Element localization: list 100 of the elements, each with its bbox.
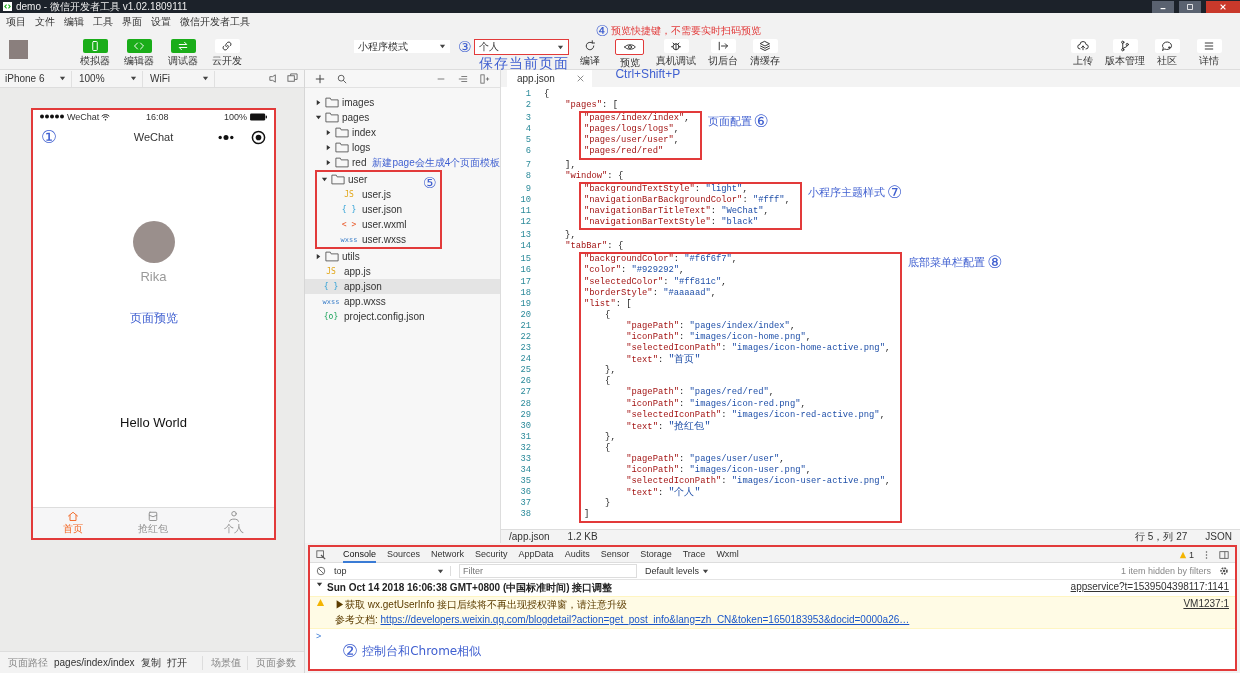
toolbar-button[interactable]: 清缓存	[750, 39, 781, 67]
caret-right-icon[interactable]	[315, 253, 322, 260]
toolbar-button[interactable]: 切后台	[708, 39, 739, 67]
menu-item[interactable]: 项目	[6, 14, 26, 29]
more-icon[interactable]	[217, 134, 235, 140]
devtools-tab[interactable]: AppData	[518, 546, 554, 563]
toolbar-button[interactable]: 上传	[1062, 39, 1104, 67]
toolbar-button[interactable]: 预览	[615, 39, 645, 69]
log-levels-dropdown[interactable]: Default levels	[645, 566, 710, 576]
caret-right-icon[interactable]	[325, 159, 332, 166]
target-icon[interactable]	[251, 129, 266, 145]
window-icon[interactable]	[287, 73, 298, 84]
caret-icon	[130, 75, 137, 82]
search-icon[interactable]	[337, 73, 347, 84]
mode-dropdown[interactable]: 小程序模式	[354, 40, 450, 53]
file-tree-item[interactable]: user	[317, 172, 372, 187]
line-number: 8	[525, 170, 531, 182]
filter-field[interactable]: Filter	[459, 564, 637, 578]
file-tree-item[interactable]: images	[305, 95, 500, 110]
file-tree-item[interactable]: { } app.json	[305, 279, 500, 294]
minimize-button[interactable]	[1152, 0, 1174, 13]
line-number: 32	[520, 442, 531, 454]
console-prompt[interactable]: >	[316, 631, 322, 641]
file-tree-item[interactable]: red	[305, 155, 371, 170]
menu-item[interactable]: 界面	[122, 14, 142, 29]
language-mode[interactable]: JSON	[1205, 531, 1232, 542]
open-link[interactable]: 打开	[166, 655, 187, 670]
devtools-tab[interactable]: Trace	[682, 546, 706, 563]
devtools-tab[interactable]: Sensor	[600, 546, 630, 563]
clear-icon[interactable]	[316, 566, 326, 576]
editor-tab[interactable]: app.json	[507, 70, 592, 87]
toolbar-button[interactable]: 详情	[1188, 39, 1230, 67]
inspect-icon[interactable]	[316, 549, 326, 560]
greeting-text: Hello World	[120, 415, 187, 430]
menu-item[interactable]: 工具	[93, 14, 113, 29]
devtools-tab[interactable]: Audits	[564, 546, 590, 563]
code-line: },	[564, 230, 577, 241]
caret-down-icon[interactable]	[316, 581, 323, 588]
menu-item[interactable]: 文件	[35, 14, 55, 29]
settings-icon[interactable]	[1219, 566, 1229, 576]
copy-link[interactable]: 复制	[140, 655, 161, 670]
bug-icon	[663, 39, 689, 53]
code-line: "pagePath": "pages/index/index",	[625, 320, 797, 332]
file-tree-item[interactable]: index	[305, 125, 500, 140]
close-button[interactable]	[1206, 0, 1240, 13]
caret-right-icon[interactable]	[325, 129, 332, 136]
devtools-tab[interactable]: Security	[475, 546, 508, 563]
file-tree-item[interactable]: utils	[305, 249, 500, 264]
line-number: 29	[520, 409, 531, 421]
file-tree-item[interactable]: JS app.js	[305, 264, 500, 279]
user-icon	[227, 510, 240, 522]
source-link[interactable]: appservice?t=1539504398117:1141	[1070, 581, 1229, 592]
line-number: 19	[520, 298, 531, 310]
code-line: "text": "首页"	[625, 354, 702, 366]
compile-mode-dropdown[interactable]: 个人	[474, 39, 570, 55]
log-group-title[interactable]: Sun Oct 14 2018 16:06:38 GMT+0800 (中国标准时间) 接口调整	[327, 581, 613, 595]
caret-down-icon[interactable]	[321, 176, 328, 183]
file-tree-item[interactable]: JS user.js	[317, 187, 395, 202]
menu-item[interactable]: 设置	[151, 14, 171, 29]
caret-right-icon[interactable]	[325, 144, 332, 151]
toolbar-button[interactable]: 版本管理	[1104, 39, 1146, 67]
view-toggle-button[interactable]: 云开发	[212, 39, 242, 67]
menu-item[interactable]: 编辑	[64, 14, 84, 29]
toolbar-button[interactable]: 真机调试	[656, 39, 697, 67]
file-tree-item[interactable]: { } user.json	[317, 202, 407, 217]
file-tree-item[interactable]: < > user.wxml	[317, 217, 411, 232]
devtools-tab[interactable]: Sources	[387, 546, 421, 563]
devtools-tab[interactable]: Wxml	[716, 546, 739, 563]
maximize-button[interactable]	[1179, 0, 1201, 13]
reference-text: 参考文档: https://developers.weixin.qq.com/blogdetail?action=get_post_info&lang=zh_CN&token=1650183953&docid=0000a26…	[335, 613, 910, 627]
view-toggle-button[interactable]: 编辑器	[124, 39, 154, 67]
warning-count[interactable]: 1	[1179, 549, 1194, 560]
view-toggle-button[interactable]: 调试器	[168, 39, 198, 67]
annotation-text: 页面配置	[707, 116, 752, 128]
file-type-icon: { }	[321, 282, 341, 291]
menu-item[interactable]: 微信开发者工具	[180, 14, 250, 29]
line-number: 13	[520, 230, 531, 242]
folder-icon	[335, 142, 349, 153]
source-link[interactable]: VM1237:1	[1183, 598, 1229, 609]
context-dropdown[interactable]: top	[334, 566, 451, 576]
toolbar-button[interactable]: 社区	[1146, 39, 1188, 67]
file-tree-item[interactable]: {o} project.config.json	[305, 309, 500, 324]
dock-icon[interactable]	[1219, 549, 1229, 560]
view-toggle-button[interactable]: 模拟器	[80, 39, 110, 67]
annotation-text: 新建page会生成4个页面模板	[372, 155, 501, 170]
code-line: "navigationBarTextStyle": "black"	[584, 217, 760, 229]
speaker-icon[interactable]	[268, 73, 279, 84]
file-tree-item[interactable]: pages	[305, 110, 500, 125]
list-icon[interactable]	[458, 73, 468, 84]
close-icon[interactable]	[576, 75, 584, 82]
more-vertical-icon[interactable]	[1205, 549, 1208, 560]
plus-icon[interactable]	[315, 73, 325, 84]
doc-link[interactable]: https://developers.weixin.qq.com/blogdetail?action=get_post_info&lang=zh_CN&token=1650183953&docid=0000a26…	[380, 614, 910, 625]
devtools-tab[interactable]: Network	[431, 546, 465, 563]
file-tree-item[interactable]: logs	[305, 140, 500, 155]
toolbar-button[interactable]: 编译	[577, 39, 604, 67]
devtools-tab[interactable]: Console	[343, 546, 377, 563]
caret-down-icon[interactable]	[315, 114, 322, 121]
caret-right-icon[interactable]	[315, 99, 322, 106]
devtools-tab[interactable]: Storage	[640, 546, 672, 563]
